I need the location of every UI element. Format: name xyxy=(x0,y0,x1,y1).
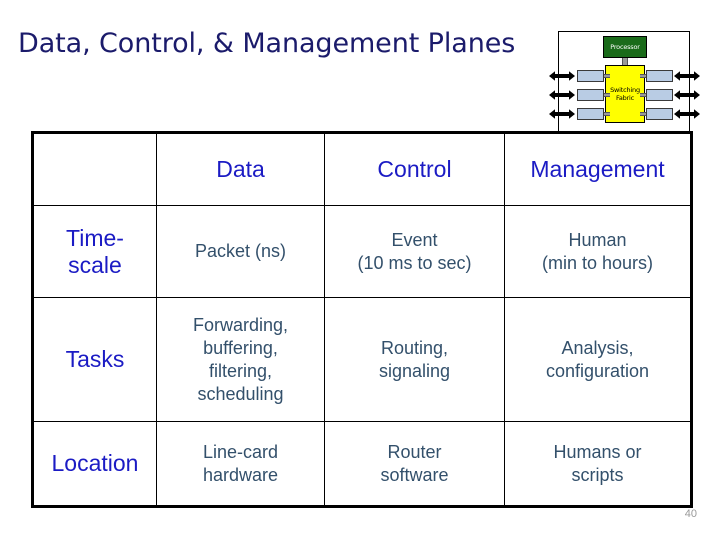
row-header-label: Location xyxy=(51,450,139,476)
cell-tasks-data: Forwarding, buffering, filtering, schedulin… xyxy=(156,297,325,422)
cell-timescale-management: Human (min to hours) xyxy=(504,205,692,298)
row-header-location: Location xyxy=(32,421,157,507)
cell-text: Line-card hardware xyxy=(202,441,279,485)
page-title: Data, Control, & Management Planes xyxy=(18,28,516,59)
row-header-label: Tasks xyxy=(65,346,125,372)
column-header-label: Management xyxy=(530,156,665,182)
cell-location-data: Line-card hardware xyxy=(156,421,325,507)
cell-text: Packet (ns) xyxy=(194,241,287,261)
bidirectional-arrow-icon xyxy=(549,90,575,100)
ingress-port-row xyxy=(549,88,610,102)
switching-fabric-label-line2: Fabric xyxy=(615,94,635,102)
switching-fabric-label-line1: Switching xyxy=(610,85,640,94)
egress-port-row xyxy=(640,69,700,83)
line-card-connector-icon xyxy=(604,74,610,78)
line-card xyxy=(646,70,673,82)
cell-text: Event (10 ms to sec) xyxy=(357,229,472,273)
bidirectional-arrow-icon xyxy=(674,71,700,81)
column-header-data: Data xyxy=(156,132,325,206)
column-header-control: Control xyxy=(324,132,505,206)
table-corner-cell xyxy=(32,132,157,206)
cell-text: Humans or scripts xyxy=(553,441,642,485)
cell-text: Forwarding, buffering, filtering, schedulin… xyxy=(192,314,289,404)
row-header-label: Time- scale xyxy=(38,225,152,279)
row-header-label-line1: Time- xyxy=(66,224,124,251)
cell-text: Human (min to hours) xyxy=(541,229,654,273)
column-header-label: Control xyxy=(377,156,452,182)
ingress-port-row xyxy=(549,69,610,83)
cell-text: Routing, signaling xyxy=(378,337,451,381)
line-card xyxy=(577,89,604,101)
line-card xyxy=(577,70,604,82)
egress-port-row xyxy=(640,88,700,102)
cell-timescale-data: Packet (ns) xyxy=(156,205,325,298)
column-header-label: Data xyxy=(216,156,265,182)
cell-tasks-control: Routing, signaling xyxy=(324,297,505,422)
egress-port-row xyxy=(640,107,700,121)
bidirectional-arrow-icon xyxy=(674,90,700,100)
cell-text: Analysis, configuration xyxy=(545,337,650,381)
page-number: 40 xyxy=(684,508,697,520)
table-header-row: Data Control Management xyxy=(32,132,692,206)
bidirectional-arrow-icon xyxy=(674,109,700,119)
line-card xyxy=(646,108,673,120)
row-header-label-line2: scale xyxy=(68,251,122,278)
bidirectional-arrow-icon xyxy=(549,109,575,119)
line-card xyxy=(646,89,673,101)
table-row: Time- scale Packet (ns) Event (10 ms to s… xyxy=(32,205,692,298)
row-header-timescale: Time- scale xyxy=(32,205,157,298)
row-header-tasks: Tasks xyxy=(32,297,157,422)
ingress-port-row xyxy=(549,107,610,121)
table-row: Tasks Forwarding, buffering, filtering, sch… xyxy=(32,297,692,422)
line-card-connector-icon xyxy=(604,112,610,116)
cell-text: Router software xyxy=(380,441,449,485)
processor-box: Processor xyxy=(603,36,647,58)
router-architecture-diagram: Processor Switching Fabric xyxy=(549,31,700,132)
planes-comparison-table: Data Control Management Time- scale Pack… xyxy=(31,131,693,508)
cell-timescale-control: Event (10 ms to sec) xyxy=(324,205,505,298)
bidirectional-arrow-icon xyxy=(549,71,575,81)
cell-location-management: Humans or scripts xyxy=(504,421,692,507)
table-row: Location Line-card hardware Router softwar… xyxy=(32,421,692,507)
column-header-management: Management xyxy=(504,132,692,206)
cell-location-control: Router software xyxy=(324,421,505,507)
line-card-connector-icon xyxy=(604,93,610,97)
line-card xyxy=(577,108,604,120)
switching-fabric-box: Switching Fabric xyxy=(605,65,645,123)
cell-tasks-management: Analysis, configuration xyxy=(504,297,692,422)
